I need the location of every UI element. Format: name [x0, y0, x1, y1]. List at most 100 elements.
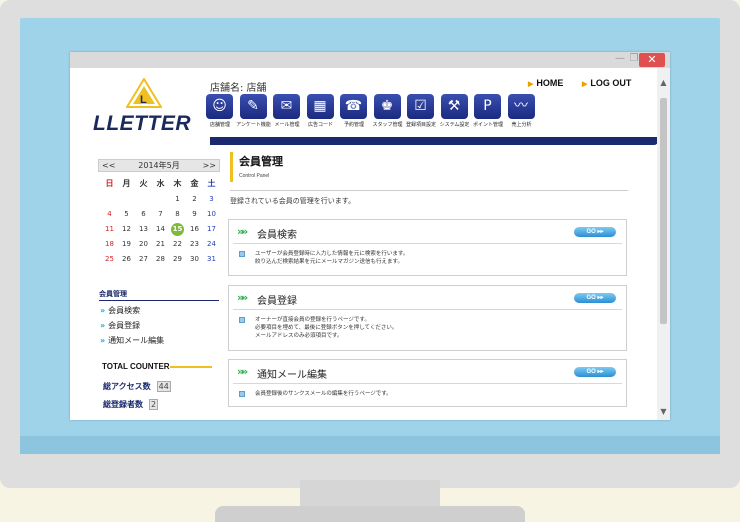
calendar-day[interactable]: 26 — [118, 253, 135, 265]
nav-item-label: 売上分析 — [511, 122, 532, 128]
scroll-down-icon[interactable]: ▼ — [657, 407, 670, 416]
monitor-base — [215, 506, 525, 522]
calendar-day[interactable]: 22 — [169, 238, 186, 250]
sidebar-item-notice-mail-edit[interactable]: » 通知メール編集 — [100, 335, 164, 346]
calendar-day[interactable]: 31 — [203, 253, 220, 265]
panel-text: 絞り込んだ検索結果を元にメールマガジン送信も行えます。 — [255, 259, 403, 265]
nav-bar-line — [210, 137, 657, 145]
calendar-day[interactable]: 9 — [186, 208, 203, 220]
total-counter-underline — [170, 366, 212, 368]
calendar-day[interactable]: 23 — [186, 238, 203, 250]
phone-icon: ☎ — [340, 94, 367, 119]
sidebar-item-member-search[interactable]: » 会員検索 — [100, 305, 140, 316]
nav-item-4[interactable]: ☎ 予約管理 — [339, 94, 369, 134]
people-icon: ☺ — [206, 94, 233, 119]
panel-title: 会員検索 — [257, 230, 297, 241]
go-button-member-search[interactable]: GO ▸▸ — [574, 227, 616, 237]
nav-item-6[interactable]: ☑ 登録項目設定 — [406, 94, 436, 134]
calendar-day[interactable]: 13 — [135, 223, 152, 235]
scroll-up-icon[interactable]: ▲ — [657, 78, 670, 87]
scrollbar-thumb[interactable] — [660, 98, 667, 324]
nav-item-5[interactable]: ♚ スタッフ管理 — [372, 94, 403, 134]
calendar-day[interactable]: 11 — [101, 223, 118, 235]
close-icon[interactable]: ✕ — [639, 53, 665, 67]
calendar-day[interactable]: 3 — [203, 193, 220, 205]
total-members-value: 2 — [149, 399, 159, 410]
bullet-icon — [239, 317, 245, 323]
double-chevron-icon: » — [100, 336, 106, 345]
arrow-icon: ▶ — [528, 81, 534, 88]
panel-header: »» 会員検索 GO ▸▸ — [233, 220, 622, 244]
calendar-day[interactable]: 17 — [203, 223, 220, 235]
wrench-icon: ⚒ — [440, 94, 468, 119]
calendar-day[interactable]: 4 — [101, 208, 118, 220]
main-nav: ☺ 店舗管理 ✎ アンケート機能 ✉ メール管理 ▦ 広告コード ☎ 予約管理 ♚ スタッフ管理 ☑ 登録… — [205, 94, 545, 134]
calendar-day[interactable]: 28 — [152, 253, 169, 265]
calendar-day[interactable]: 7 — [152, 208, 169, 220]
sidebar-item-label: 会員登録 — [108, 321, 141, 330]
monitor-stand — [300, 480, 440, 508]
minimize-icon[interactable]: — — [613, 53, 627, 65]
panel-notice-mail-edit: »» 通知メール編集 GO ▸▸ 会員登録後のサンクスメールの編集を行うページで… — [228, 359, 627, 407]
calendar-day — [118, 193, 135, 205]
nav-item-8[interactable]: P ポイント管理 — [473, 94, 503, 134]
calendar-day[interactable]: 8 — [169, 208, 186, 220]
logout-link[interactable]: ▶ LOG OUT — [582, 78, 631, 88]
panel-header: »» 会員登録 GO ▸▸ — [233, 286, 622, 310]
chart-icon: 〰 — [507, 94, 535, 119]
panel-text: 必要項目を埋めて、最後に登録ボタンを押してください。 — [255, 325, 398, 331]
page-description: 登録されている会員の管理を行います。 — [230, 197, 356, 205]
calendar-day[interactable]: 18 — [101, 238, 118, 250]
vertical-scrollbar[interactable]: ▲ ▼ — [657, 68, 670, 420]
calendar-day[interactable]: 30 — [186, 253, 203, 265]
calendar-day[interactable]: 1 — [169, 193, 186, 205]
sidebar-item-label: 通知メール編集 — [108, 336, 165, 345]
nav-item-9[interactable]: 〰売上分析 — [507, 94, 537, 134]
calendar-day[interactable]: 2 — [186, 193, 203, 205]
calendar-day[interactable]: 24 — [203, 238, 220, 250]
calendar-day[interactable]: 10 — [203, 208, 220, 220]
calendar-day[interactable]: 16 — [186, 223, 203, 235]
calendar-day[interactable]: 25 — [101, 253, 118, 265]
nav-item-1[interactable]: ✎ アンケート機能 — [236, 94, 271, 134]
nav-item-2[interactable]: ✉ メール管理 — [272, 94, 302, 134]
calendar-day[interactable]: 19 — [118, 238, 135, 250]
calendar-day[interactable]: 29 — [169, 253, 186, 265]
calendar-day[interactable]: 6 — [135, 208, 152, 220]
calendar-day-today[interactable]: 15 — [169, 223, 186, 236]
total-members-count: 総登録者数 2 — [103, 399, 159, 410]
calendar-day[interactable]: 21 — [152, 238, 169, 250]
checkbox-icon: ☑ — [407, 94, 434, 119]
panel-body: 会員登録後のサンクスメールの編集を行うページです。 — [229, 384, 626, 404]
calendar-day[interactable]: 14 — [152, 223, 169, 235]
logo-text: LLETTER — [93, 112, 191, 135]
calendar-day[interactable]: 27 — [135, 253, 152, 265]
go-button-member-register[interactable]: GO ▸▸ — [574, 293, 616, 303]
nav-item-7[interactable]: ⚒ システム設定 — [440, 94, 470, 134]
arrow-icon: ▶ — [582, 81, 588, 88]
total-access-label: 総アクセス数 — [103, 382, 151, 391]
go-button-notice-mail-edit[interactable]: GO ▸▸ — [574, 367, 616, 377]
point-icon: P — [474, 94, 501, 119]
calendar-next-button[interactable]: >> — [203, 160, 216, 171]
window-titlebar: — ❐ ✕ — [70, 52, 670, 68]
calendar-day[interactable]: 12 — [118, 223, 135, 235]
calendar-day[interactable]: 20 — [135, 238, 152, 250]
nav-item-3[interactable]: ▦ 広告コード — [306, 94, 336, 134]
pen-icon: ✎ — [239, 94, 267, 119]
home-link[interactable]: ▶ HOME — [528, 78, 563, 88]
page-subtitle: Control Panel — [239, 173, 270, 179]
panel-member-search: »» 会員検索 GO ▸▸ ユーザーが会員登録時に入力した情報を元に検索を行いま… — [228, 219, 627, 276]
logo-triangle-icon: L — [126, 78, 162, 108]
sidebar-item-member-register[interactable]: » 会員登録 — [100, 320, 140, 331]
calendar-weekday: 日 — [105, 179, 114, 188]
double-chevron-icon: » — [100, 306, 106, 315]
calendar-grid: 日月火水木金土 1 2 3 4 5 6 7 8 9 10 11 12 13 14 15 16 17 18 19 20 21… — [101, 178, 220, 265]
nav-item-0[interactable]: ☺ 店舗管理 — [205, 94, 235, 134]
double-chevron-icon: »» — [237, 225, 248, 238]
svg-text:L: L — [140, 94, 147, 106]
calendar-prev-button[interactable]: << — [102, 160, 115, 171]
calendar-day[interactable]: 5 — [118, 208, 135, 220]
panel-title: 通知メール編集 — [257, 370, 327, 381]
title-divider — [230, 190, 628, 191]
